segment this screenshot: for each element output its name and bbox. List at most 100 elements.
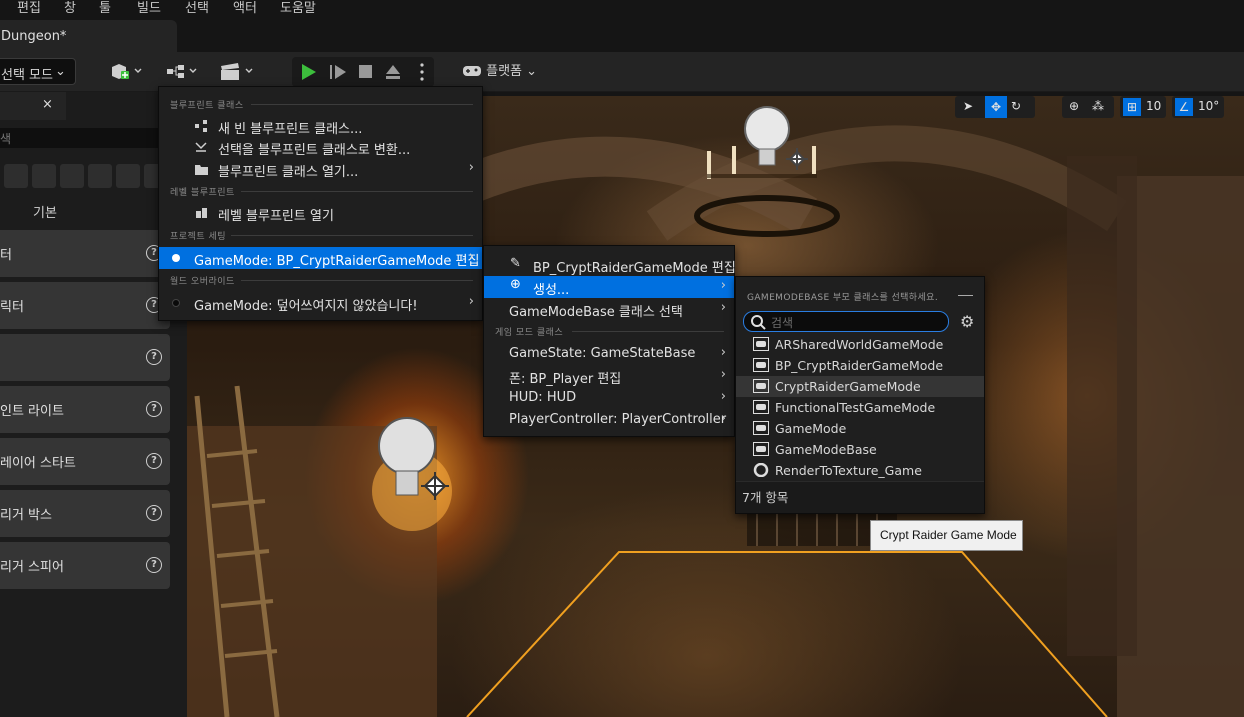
document-tab[interactable]: Dungeon* (0, 20, 177, 52)
radio-dot-icon (172, 299, 180, 307)
hud-item[interactable]: HUD: HUD › (484, 387, 734, 409)
edit-gamemode-item[interactable]: ✎ BP_CryptRaiderGameMode 편집 (484, 254, 736, 276)
menu-help[interactable]: 도움말 (280, 0, 316, 16)
cinematics-button[interactable] (220, 60, 254, 84)
help-icon[interactable]: ? (146, 557, 162, 573)
pawn-item[interactable]: 폰: BP_Player 편집 › (484, 365, 734, 387)
section-header: 블루프린트 클래스 (170, 101, 244, 111)
play-icon[interactable] (302, 64, 316, 80)
class-list-item[interactable]: BP_CryptRaiderGameMode (736, 355, 984, 376)
cinematic-icon[interactable] (32, 164, 56, 188)
actor-item[interactable]: 레이어 스타트 ? (0, 438, 170, 485)
actor-item[interactable]: 리거 스피어 ? (0, 542, 170, 589)
select-cursor-icon[interactable]: ➤ (963, 99, 973, 113)
tooltip: Crypt Raider Game Mode (870, 520, 1023, 551)
cubes-icon[interactable] (88, 164, 112, 188)
gamestate-item[interactable]: GameState: GameStateBase › (484, 343, 734, 365)
section-header: 게임 모드 클래스 (495, 328, 564, 338)
menu-build[interactable]: 빌드 (137, 0, 161, 16)
grid-snap-value: 10 (1146, 99, 1162, 113)
blueprint-icon (167, 65, 197, 78)
close-icon[interactable]: × (42, 97, 53, 112)
mode-select-dropdown[interactable]: 선택 모드 ⌄ (0, 58, 76, 85)
document-tab-row: Dungeon* (0, 16, 1244, 52)
divider (231, 235, 473, 236)
divider (241, 280, 473, 281)
transform-tools: ➤ ✥ ↻ (955, 96, 1035, 118)
shape-icon[interactable] (4, 164, 28, 188)
open-blueprint-item[interactable]: 블루프린트 클래스 열기... › (159, 158, 482, 180)
platform-menu-button[interactable]: 플랫폼 ⌄ (462, 60, 537, 79)
blueprint-icon (195, 120, 207, 132)
convert-icon (195, 142, 207, 152)
new-blueprint-item[interactable]: 새 빈 블루프린트 클래스... (159, 115, 482, 137)
add-actor-button[interactable] (110, 60, 144, 84)
actor-item[interactable]: 릭터 ? (0, 282, 170, 329)
basic-category-label: 기본 (33, 206, 57, 221)
divider (251, 104, 473, 105)
chevron-right-icon: › (720, 367, 726, 382)
gamemode-submenu: ✎ BP_CryptRaiderGameMode 편집 ⊕ 생성... › Ga… (483, 245, 736, 437)
player-controller-item[interactable]: PlayerController: PlayerController › (484, 409, 734, 431)
menu-tools[interactable]: 툴 (99, 0, 111, 16)
blueprint-menu-button[interactable] (166, 60, 200, 84)
help-icon[interactable]: ? (146, 453, 162, 469)
light-bulb-icon[interactable] (742, 101, 812, 181)
class-list-item[interactable]: GameMode (736, 418, 984, 439)
help-icon[interactable]: ? (146, 349, 162, 365)
menubar: 편집 창 툴 빌드 선택 액터 도움말 (0, 0, 1244, 16)
surface-snap-icon[interactable]: ⁂ (1092, 99, 1104, 113)
rotate-icon[interactable]: ↻ (1011, 99, 1021, 113)
minimize-icon[interactable] (958, 295, 973, 296)
blueprint-dropdown-menu: 블루프린트 클래스 새 빈 블루프린트 클래스... 선택을 블루프린트 클래스… (158, 86, 483, 321)
volume-icon[interactable] (116, 164, 140, 188)
class-list-item[interactable]: RenderToTexture_Game (736, 460, 984, 481)
class-list-item[interactable]: CryptRaiderGameMode (736, 376, 984, 397)
class-search-placeholder: 검색 (771, 316, 794, 330)
more-options-icon[interactable] (420, 63, 424, 81)
chevron-right-icon: › (468, 160, 474, 175)
create-item[interactable]: ⊕ 생성... › (484, 276, 734, 298)
play-controls (292, 57, 434, 87)
document-tab-label: Dungeon* (1, 29, 67, 44)
panel-tab[interactable]: × (0, 92, 66, 120)
effects-icon[interactable] (60, 164, 84, 188)
pencil-icon: ✎ (510, 256, 521, 271)
help-icon[interactable]: ? (146, 401, 162, 417)
chevron-right-icon: › (720, 411, 726, 426)
stop-icon[interactable] (359, 65, 372, 78)
class-search-input[interactable]: 검색 (743, 311, 949, 332)
menu-edit[interactable]: 편집 (17, 0, 41, 16)
gamemode-edit-item[interactable]: GameMode: BP_CryptRaiderGameMode 편집 › (159, 247, 482, 269)
step-icon[interactable] (330, 65, 346, 79)
rotation-snap-button[interactable]: ∠ 10° (1172, 96, 1224, 118)
select-base-class-item[interactable]: GameModeBase 클래스 선택 › (484, 298, 734, 320)
class-list-item[interactable]: ARSharedWorldGameMode (736, 334, 984, 355)
open-level-blueprint-item[interactable]: 레벨 블루프린트 열기 (159, 202, 482, 224)
actor-item[interactable]: 리거 박스 ? (0, 490, 170, 537)
grid-snap-button[interactable]: ⊞ 10 (1120, 96, 1166, 118)
help-icon[interactable]: ? (146, 505, 162, 521)
search-icon (751, 315, 766, 330)
actor-item[interactable]: 인트 라이트 ? (0, 386, 170, 433)
gamemode-override-item[interactable]: GameMode: 덮어쓰여지지 않았습니다! › (159, 292, 482, 314)
light-bulb-icon[interactable] (375, 411, 455, 551)
menu-select[interactable]: 선택 (185, 0, 209, 16)
menu-actor[interactable]: 액터 (233, 0, 257, 16)
menu-window[interactable]: 창 (64, 0, 76, 16)
class-list-item[interactable]: GameModeBase (736, 439, 984, 460)
gamepad-icon (753, 358, 769, 372)
parent-class-picker: GAMEMODEBASE 부모 클래스를 선택하세요. 검색 ⚙ ARShare… (735, 276, 985, 514)
eject-icon[interactable] (386, 65, 400, 79)
gamepad-icon (753, 442, 769, 456)
globe-icon[interactable]: ⊕ (1069, 99, 1079, 113)
gear-icon[interactable]: ⚙ (960, 312, 974, 331)
convert-selection-item[interactable]: 선택을 블루프린트 클래스로 변환... (159, 136, 482, 158)
move-icon[interactable]: ✥ (985, 96, 1007, 118)
chevron-right-icon: › (720, 300, 726, 315)
gamepad-icon (463, 66, 481, 76)
actor-item[interactable]: ? (0, 334, 170, 381)
actor-item[interactable]: 터 ? (0, 230, 170, 277)
platform-label: 플랫폼 (486, 64, 523, 79)
class-list-item[interactable]: FunctionalTestGameMode (736, 397, 984, 418)
